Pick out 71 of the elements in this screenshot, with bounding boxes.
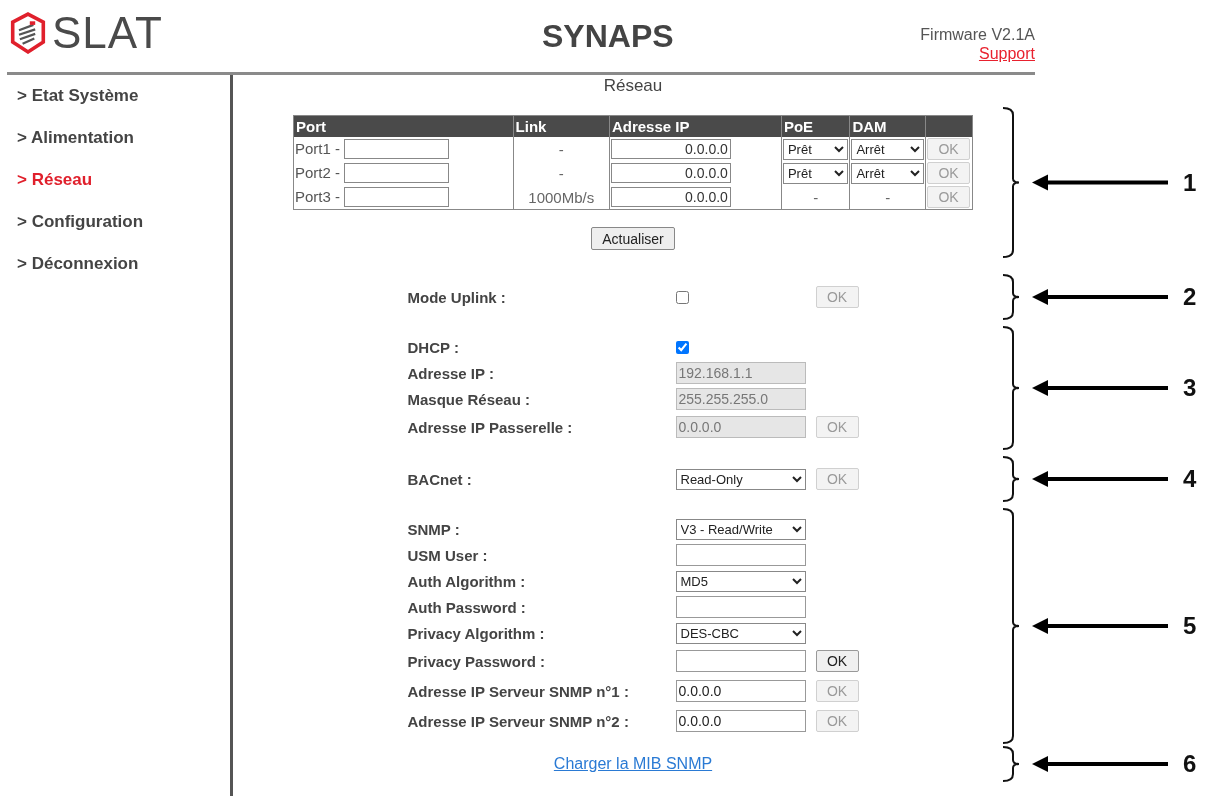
field-label: Privacy Algorithm : (407, 624, 546, 642)
ip-address-field[interactable]: 0.0.0.0 (610, 187, 731, 207)
link-cell: - (513, 161, 610, 185)
refresh-button[interactable]: Actualiser (591, 227, 675, 250)
port-label: Port2 - (295, 164, 340, 181)
field-label: DHCP : (407, 338, 460, 356)
mib-download-link[interactable]: Charger la MIB SNMP (553, 755, 713, 772)
link-cell: 1000Mb/s (513, 185, 610, 210)
brace-line (1002, 274, 1020, 320)
input-field[interactable]: 0.0.0.0 (675, 710, 806, 732)
column-header: Adresse IP (609, 115, 782, 137)
field-label: Adresse IP Serveur SNMP n°2 : (407, 712, 630, 730)
sidebar-item[interactable]: > Alimentation (17, 125, 134, 151)
input-field[interactable]: 0.0.0.0 (675, 680, 806, 702)
input-field[interactable] (675, 596, 806, 618)
annotation-number: 2 (1183, 283, 1197, 311)
shield-logo-icon (10, 12, 46, 54)
field-label: Adresse IP Passerelle : (407, 418, 574, 436)
checkbox[interactable] (675, 340, 689, 354)
column-header: PoE (781, 115, 850, 137)
logo-text: SLAT (52, 10, 163, 56)
port-name-field[interactable] (344, 163, 449, 183)
support-link[interactable]: Support (978, 44, 1035, 63)
sidebar-item[interactable]: > Configuration (17, 209, 144, 235)
firmware-version: Firmware V2.1A (920, 25, 1035, 44)
annotation-number: 4 (1183, 465, 1197, 493)
annotation-number: 5 (1183, 612, 1197, 640)
annotation-number: 6 (1183, 750, 1197, 778)
page-title: SYNAPS (542, 17, 674, 55)
column-header: DAM (849, 115, 926, 137)
field-label: USM User : (407, 546, 489, 564)
field-label: BACnet : (407, 470, 473, 488)
port-name-field[interactable] (344, 187, 449, 207)
ok-button[interactable]: OK (815, 650, 859, 672)
checkbox[interactable] (675, 290, 689, 304)
port-name-field[interactable] (344, 139, 449, 159)
annotation-number: 3 (1183, 374, 1197, 402)
field-label: Masque Réseau : (407, 390, 532, 408)
dropdown[interactable]: Read-Only (675, 468, 806, 490)
brace-line (1002, 746, 1020, 782)
annotation-number: 1 (1183, 168, 1197, 197)
field-label: Auth Password : (407, 598, 527, 616)
field-label: Adresse IP : (407, 364, 495, 382)
field-label: Adresse IP Serveur SNMP n°1 : (407, 682, 630, 700)
sidebar-item[interactable]: > Réseau (17, 167, 93, 193)
field-label: Mode Uplink : (407, 288, 507, 306)
dam-select[interactable]: Arrêt (851, 162, 924, 184)
column-header: Port (293, 115, 514, 137)
dropdown[interactable]: V3 - Read/Write (675, 518, 806, 540)
ip-address-field[interactable]: 0.0.0.0 (610, 139, 731, 159)
dam-cell: - (849, 185, 926, 210)
sidebar-item[interactable]: > Déconnexion (17, 251, 139, 277)
column-header: Link (513, 115, 610, 137)
ip-address-field[interactable]: 0.0.0.0 (610, 163, 731, 183)
field-label: Privacy Password : (407, 652, 547, 670)
link-cell: - (513, 137, 610, 161)
dropdown[interactable]: DES-CBC (675, 622, 806, 644)
dam-select[interactable]: Arrêt (851, 138, 924, 160)
field-label: SNMP : (407, 520, 461, 538)
poe-cell: - (781, 185, 850, 210)
section-title: Réseau (603, 75, 663, 97)
input-field[interactable] (675, 650, 806, 672)
port-label: Port1 - (295, 140, 340, 157)
poe-select[interactable]: Prêt (782, 162, 849, 184)
port-label: Port3 - (295, 188, 340, 205)
field-label: Auth Algorithm : (407, 572, 527, 590)
brace-line (1002, 456, 1020, 502)
input-field[interactable] (675, 544, 806, 566)
poe-select[interactable]: Prêt (782, 138, 849, 160)
dropdown[interactable]: MD5 (675, 570, 806, 592)
sidebar-item[interactable]: > Etat Système (17, 83, 139, 109)
